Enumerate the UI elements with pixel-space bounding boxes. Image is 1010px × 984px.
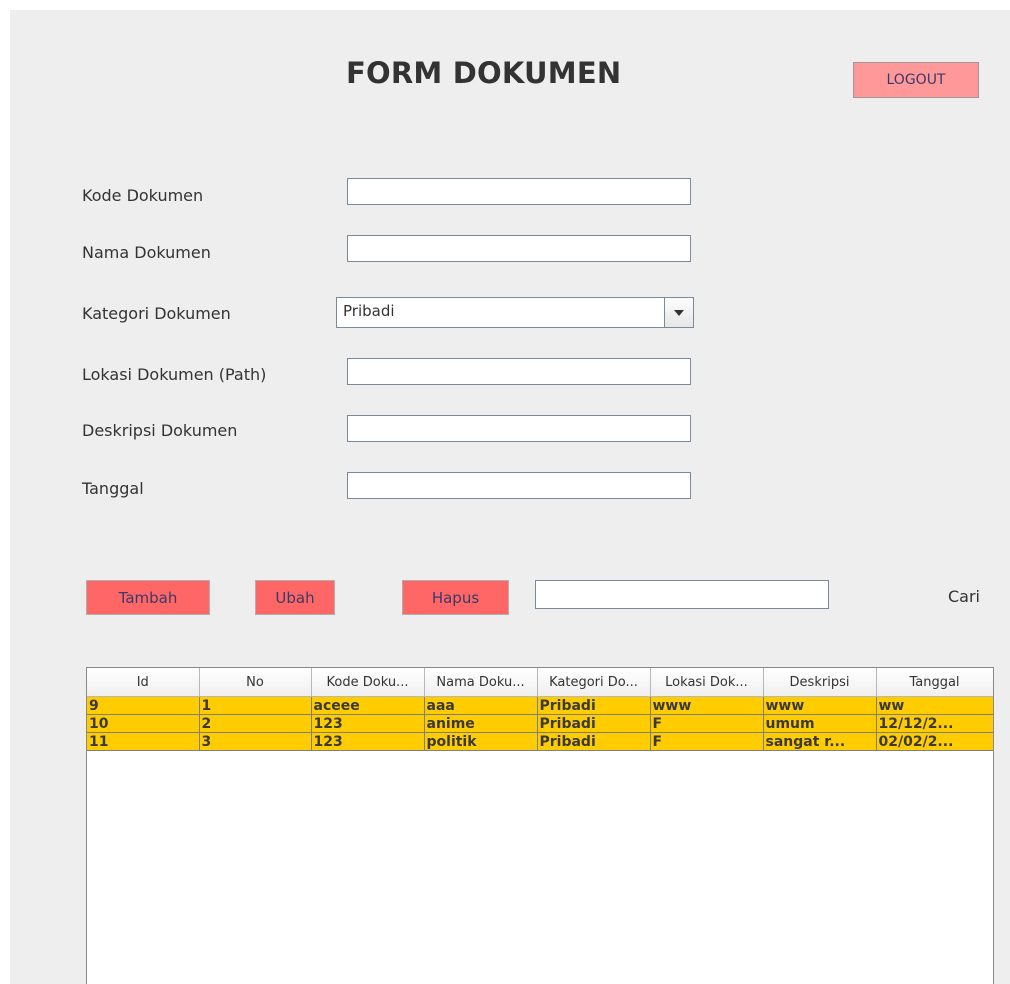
cell-kategori[interactable]: Pribadi <box>537 714 651 733</box>
cell-kategori[interactable]: Pribadi <box>537 732 651 751</box>
table-row[interactable]: 9 1 aceee aaa Pribadi www www ww <box>87 696 993 715</box>
cell-no[interactable]: 3 <box>199 732 312 751</box>
kode-dokumen-label: Kode Dokumen <box>82 186 204 205</box>
kategori-dokumen-label: Kategori Dokumen <box>82 304 231 323</box>
lokasi-dokumen-label: Lokasi Dokumen (Path) <box>82 365 267 384</box>
cell-kode[interactable]: 123 <box>311 714 425 733</box>
column-header-id[interactable]: Id <box>87 668 200 697</box>
cell-deskripsi[interactable]: umum <box>763 714 877 733</box>
logout-button[interactable]: LOGOUT <box>853 62 979 98</box>
nama-dokumen-input[interactable] <box>347 235 691 262</box>
kode-dokumen-input[interactable] <box>347 178 691 205</box>
dropdown-arrow-icon[interactable] <box>664 298 693 327</box>
tambah-button[interactable]: Tambah <box>86 580 210 615</box>
column-header-nama[interactable]: Nama Doku... <box>424 668 538 697</box>
cell-kategori[interactable]: Pribadi <box>537 696 651 715</box>
lokasi-dokumen-input[interactable] <box>347 358 691 385</box>
cell-id[interactable]: 10 <box>87 714 200 733</box>
cell-kode[interactable]: aceee <box>311 696 425 715</box>
tanggal-label: Tanggal <box>82 479 144 498</box>
column-header-no[interactable]: No <box>199 668 312 697</box>
cell-kode[interactable]: 123 <box>311 732 425 751</box>
cell-tanggal[interactable]: 12/12/2... <box>876 714 993 733</box>
hapus-button[interactable]: Hapus <box>402 580 509 615</box>
dokumen-table[interactable]: Id No Kode Doku... Nama Doku... Kategori… <box>86 667 994 984</box>
tanggal-input[interactable] <box>347 472 691 499</box>
cell-tanggal[interactable]: ww <box>876 696 993 715</box>
cell-no[interactable]: 1 <box>199 696 312 715</box>
form-dokumen-window: FORM DOKUMEN LOGOUT Kode Dokumen Nama Do… <box>10 10 1010 984</box>
cari-label: Cari <box>948 587 980 606</box>
cell-deskripsi[interactable]: sangat r... <box>763 732 877 751</box>
ubah-button[interactable]: Ubah <box>255 580 335 615</box>
deskripsi-dokumen-input[interactable] <box>347 415 691 442</box>
cell-nama[interactable]: politik <box>424 732 538 751</box>
table-row[interactable]: 10 2 123 anime Pribadi F umum 12/12/2... <box>87 714 993 733</box>
cell-lokasi[interactable]: www <box>650 696 764 715</box>
cell-tanggal[interactable]: 02/02/2... <box>876 732 993 751</box>
column-header-lokasi[interactable]: Lokasi Dok... <box>650 668 764 697</box>
cell-deskripsi[interactable]: www <box>763 696 877 715</box>
column-header-kode[interactable]: Kode Doku... <box>311 668 425 697</box>
column-header-tanggal[interactable]: Tanggal <box>876 668 993 697</box>
search-input[interactable] <box>535 580 829 609</box>
table-header-row: Id No Kode Doku... Nama Doku... Kategori… <box>87 668 993 697</box>
page-title: FORM DOKUMEN <box>346 56 622 90</box>
cell-id[interactable]: 11 <box>87 732 200 751</box>
cell-nama[interactable]: anime <box>424 714 538 733</box>
nama-dokumen-label: Nama Dokumen <box>82 243 211 262</box>
cell-lokasi[interactable]: F <box>650 732 764 751</box>
kategori-dokumen-selected: Pribadi <box>343 302 395 320</box>
cell-nama[interactable]: aaa <box>424 696 538 715</box>
cell-lokasi[interactable]: F <box>650 714 764 733</box>
cell-no[interactable]: 2 <box>199 714 312 733</box>
cell-id[interactable]: 9 <box>87 696 200 715</box>
column-header-kategori[interactable]: Kategori Do... <box>537 668 651 697</box>
column-header-deskripsi[interactable]: Deskripsi <box>763 668 877 697</box>
deskripsi-dokumen-label: Deskripsi Dokumen <box>82 421 238 440</box>
kategori-dokumen-select[interactable]: Pribadi <box>336 297 694 328</box>
table-row[interactable]: 11 3 123 politik Pribadi F sangat r... 0… <box>87 732 993 751</box>
